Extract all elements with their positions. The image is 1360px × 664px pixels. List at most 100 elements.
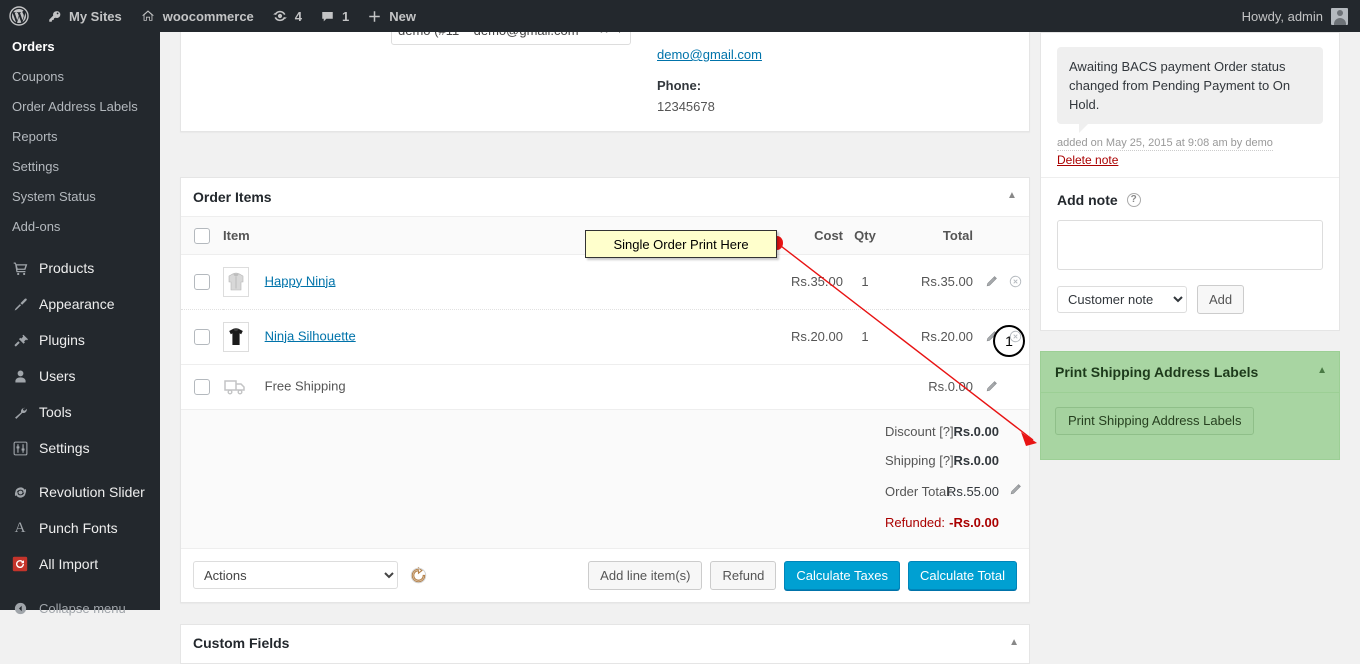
note-type-select[interactable]: Customer note — [1057, 286, 1187, 313]
sidebar-item-products[interactable]: Products — [0, 250, 160, 286]
totals-label-order-total: Order Total: — [885, 483, 953, 499]
customer-email-link[interactable]: demo@gmail.com — [657, 47, 762, 62]
order-items-header: Order Items ▲ — [181, 178, 1029, 217]
print-shipping-labels-panel: Print Shipping Address Labels ▲ Print Sh… — [1040, 351, 1340, 460]
product-link[interactable]: Ninja Silhouette — [265, 328, 356, 343]
wrench-icon — [10, 402, 30, 422]
sidebar-item-punch-fonts[interactable]: A Punch Fonts — [0, 510, 160, 546]
help-icon[interactable]: ? — [1126, 193, 1141, 207]
sidebar-item-system-status[interactable]: System Status — [0, 182, 160, 212]
totals-label-discount: Discount [?]: — [885, 423, 958, 439]
content-area: demo (#11 – demo@gmail.com ✕ ▼ demo@gmai… — [160, 14, 1360, 664]
admin-bar: My Sites woocommerce 4 1 New Howdy, admi… — [0, 0, 1360, 32]
adminbar-site-name-label: woocommerce — [162, 8, 254, 24]
row-total: Rs.35.00 — [887, 254, 973, 310]
add-line-items-button[interactable]: Add line item(s) — [588, 560, 703, 590]
sidebar-item-users[interactable]: Users — [0, 358, 160, 394]
adminbar-new-label: New — [389, 8, 416, 24]
add-note-button[interactable]: Add — [1197, 285, 1245, 314]
shipping-total: Rs.0.00 — [887, 363, 973, 410]
order-notes-panel: Awaiting BACS payment Order status chang… — [1040, 32, 1340, 331]
sidebar-item-tools-label: Tools — [39, 404, 72, 420]
order-items-action-buttons: Add line item(s) Refund Calculate Taxes … — [588, 560, 1017, 590]
shipping-checkbox[interactable] — [194, 378, 210, 395]
sidebar-item-tools[interactable]: Tools — [0, 394, 160, 430]
print-panel-collapse-icon[interactable]: ▲ — [1317, 365, 1327, 376]
shipping-actions — [973, 363, 1029, 410]
sidebar-item-plugins-label: Plugins — [39, 332, 85, 348]
adminbar-updates[interactable]: 4 — [263, 0, 311, 32]
adminbar-my-sites-label: My Sites — [69, 8, 122, 24]
sidebar-item-plugins[interactable]: Plugins — [0, 322, 160, 358]
sidebar-item-addons[interactable]: Add-ons — [0, 212, 160, 242]
delete-item-icon[interactable] — [1008, 329, 1024, 345]
edit-order-total-icon[interactable] — [999, 482, 1029, 501]
refund-button[interactable]: Refund — [710, 560, 777, 590]
delete-item-icon[interactable] — [1008, 274, 1024, 290]
row-checkbox[interactable] — [194, 328, 210, 345]
avatar — [1331, 7, 1348, 25]
edit-item-icon[interactable] — [983, 274, 999, 290]
sidebar-item-order-address-labels[interactable]: Order Address Labels — [0, 92, 160, 122]
adminbar-site-name[interactable]: woocommerce — [131, 0, 263, 32]
admin-sidebar: Orders Coupons Order Address Labels Repo… — [0, 32, 160, 616]
adminbar-my-sites[interactable]: My Sites — [38, 0, 131, 32]
product-link[interactable]: Happy Ninja — [265, 273, 336, 288]
user-icon — [10, 366, 30, 386]
print-shipping-address-labels-button[interactable]: Print Shipping Address Labels — [1055, 407, 1255, 435]
sidebar-divider-2 — [0, 466, 160, 474]
collapse-toggle-icon[interactable]: ▲ — [1005, 189, 1019, 203]
sidebar-item-appearance[interactable]: Appearance — [0, 286, 160, 322]
calculate-taxes-button[interactable]: Calculate Taxes — [784, 560, 900, 590]
sidebar-item-users-label: Users — [39, 368, 76, 384]
sidebar-item-products-label: Products — [39, 260, 95, 276]
row-qty: 1 — [843, 254, 887, 310]
wordpress-logo-icon — [9, 6, 29, 26]
cart-icon — [10, 258, 30, 278]
row-actions — [973, 309, 1029, 365]
revisions-icon — [272, 8, 288, 24]
sidebar-item-settings-wc[interactable]: Settings — [0, 152, 160, 182]
home-icon — [140, 8, 156, 24]
sidebar-item-revolution-slider[interactable]: Revolution Slider — [0, 474, 160, 510]
actions-select[interactable]: Actions — [193, 561, 398, 590]
sliders-icon — [10, 438, 30, 458]
shipping-select-cell — [181, 363, 223, 410]
print-panel-title: Print Shipping Address Labels — [1055, 364, 1259, 380]
calculate-total-button[interactable]: Calculate Total — [907, 560, 1017, 590]
sidebar-item-all-import[interactable]: All Import — [0, 546, 160, 582]
col-header-actions — [973, 217, 1029, 255]
custom-fields-collapse-icon[interactable]: ▲ — [1009, 637, 1019, 648]
sidebar-item-reports[interactable]: Reports — [0, 122, 160, 152]
plus-icon — [367, 9, 382, 24]
letter-a-icon: A — [14, 520, 26, 536]
sidebar-item-revolution-slider-label: Revolution Slider — [39, 484, 145, 500]
delete-note-link[interactable]: Delete note — [1057, 153, 1323, 167]
collapse-menu-button[interactable]: Collapse menu — [0, 590, 160, 626]
custom-fields-panel: Custom Fields ▲ — [180, 624, 1030, 664]
adminbar-comments[interactable]: 1 — [311, 0, 358, 32]
row-cost: Rs.35.00 — [757, 254, 843, 310]
adminbar-new-content[interactable]: New — [358, 0, 425, 32]
brush-icon — [10, 294, 30, 314]
adminbar-account[interactable]: Howdy, admin — [1242, 7, 1360, 25]
col-header-item: Item — [223, 217, 757, 255]
sidebar-item-orders[interactable]: Orders — [0, 32, 160, 62]
totals-value-discount: Rs.0.00 — [953, 423, 999, 439]
hoodie-thumbnail — [223, 266, 249, 297]
totals-row-refunded: Refunded: -Rs.0.00 — [181, 515, 1029, 530]
edit-shipping-icon[interactable] — [983, 379, 999, 395]
select-all-checkbox[interactable] — [194, 227, 210, 244]
edit-item-icon[interactable] — [983, 329, 999, 345]
totals-row-shipping: Shipping [?]: Rs.0.00 — [181, 453, 1029, 468]
table-row: Ninja Silhouette Rs.20.00 1 Rs.20.00 — [181, 309, 1029, 365]
sidebar-item-coupons[interactable]: Coupons — [0, 62, 160, 92]
customer-phone-label: Phone: — [657, 78, 702, 93]
add-note-section: Add note ? Customer note Add — [1041, 177, 1339, 330]
adminbar-wordpress-logo[interactable] — [0, 0, 38, 32]
sidebar-item-settings[interactable]: Settings — [0, 430, 160, 466]
row-checkbox[interactable] — [194, 273, 210, 290]
refresh-icon[interactable] — [408, 565, 428, 585]
note-textarea[interactable] — [1057, 220, 1323, 270]
plug-icon — [10, 330, 30, 350]
